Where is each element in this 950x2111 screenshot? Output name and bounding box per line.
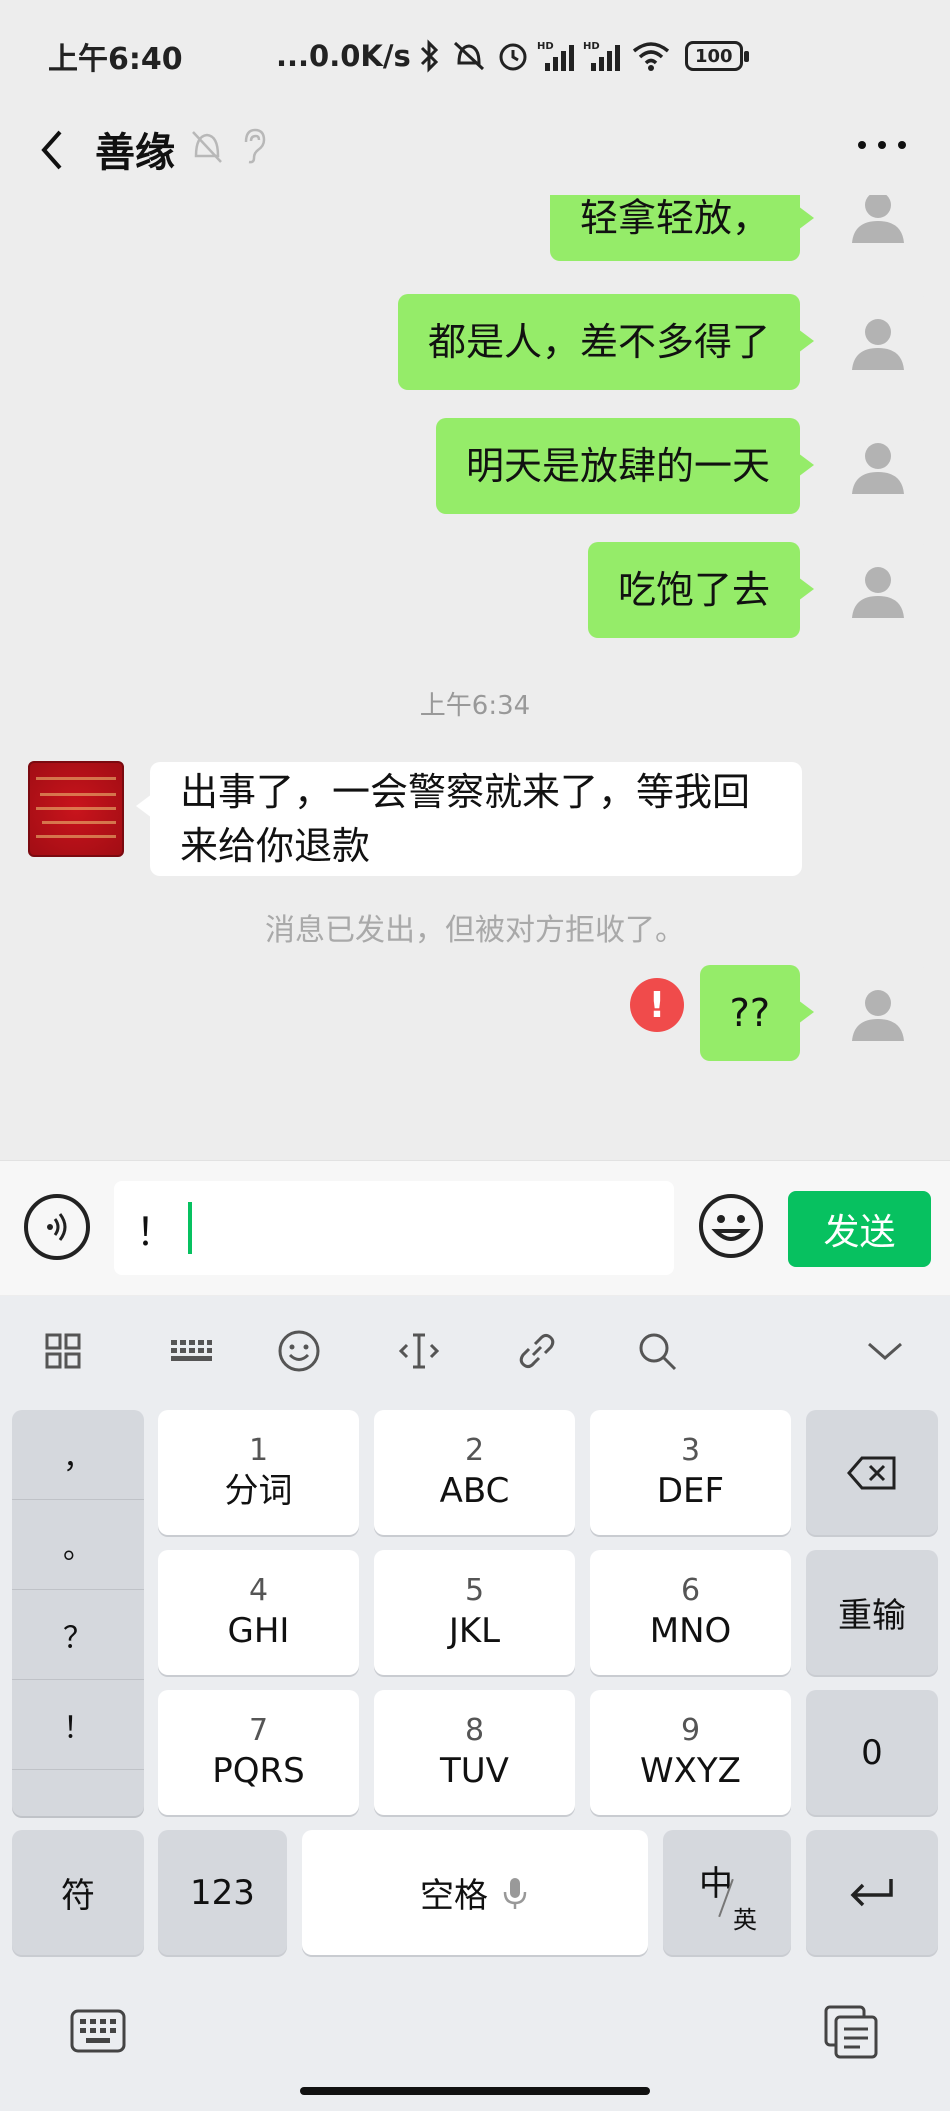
message-bubble-sent[interactable]: 吃饱了去 (587, 542, 815, 638)
send-button[interactable]: 发送 (788, 1191, 931, 1267)
message-timestamp: 上午6:34 (419, 691, 531, 721)
keyboard-icon[interactable] (156, 1326, 226, 1376)
key-3[interactable]: 3 DEF (590, 1410, 791, 1535)
key-8[interactable]: 8 TUV (374, 1690, 575, 1815)
punct-key-question[interactable]: ？ (12, 1590, 144, 1680)
key-1[interactable]: 1 分词 (158, 1410, 359, 1535)
search-icon[interactable] (632, 1326, 682, 1376)
default-avatar-icon (852, 195, 904, 243)
svg-text:HD: HD (583, 41, 600, 52)
ear-icon (238, 126, 268, 166)
input-bar: ！ 发送 (0, 1160, 950, 1295)
input-value: ！ (136, 1209, 175, 1254)
punct-key-period[interactable]: 。 (12, 1500, 144, 1590)
wifi-icon (632, 42, 669, 71)
default-avatar-icon (852, 990, 904, 1041)
home-indicator[interactable] (300, 2087, 650, 2095)
voice-button[interactable] (24, 1194, 90, 1260)
back-button[interactable] (30, 120, 80, 180)
battery-level: 100 (694, 45, 733, 67)
key-0[interactable]: 0 (806, 1690, 938, 1815)
bell-off-icon (190, 126, 224, 166)
message-text: 都是人，差不多得了 (427, 320, 770, 364)
backspace-key[interactable] (806, 1410, 938, 1535)
message-text: 轻拿轻放， (579, 196, 770, 240)
avatar[interactable] (830, 542, 926, 638)
avatar[interactable] (830, 965, 926, 1061)
hd-signal-icon: HD (537, 41, 574, 71)
punct-key-comma[interactable]: ， (12, 1410, 144, 1500)
punctuation-column[interactable]: ， 。 ？ ！ (12, 1410, 144, 1816)
text-caret (188, 1202, 193, 1254)
avatar[interactable] (830, 418, 926, 514)
chat-area[interactable]: 轻拿轻放， 都是人，差不多得了 明天是放肆的一天 吃饱了去 上午6:34 出事了… (0, 195, 950, 1160)
link-icon[interactable] (512, 1326, 562, 1376)
key-5[interactable]: 5 JKL (374, 1550, 575, 1675)
avatar[interactable] (830, 294, 926, 390)
avatar[interactable] (830, 195, 926, 263)
status-icons: ...0.0K/s HD HD 100 (276, 34, 749, 78)
mute-icon (453, 41, 484, 71)
message-bubble-sent[interactable]: 都是人，差不多得了 (397, 294, 815, 390)
enter-icon (850, 1878, 893, 1906)
chevron-left-icon (41, 130, 62, 170)
key-4[interactable]: 4 GHI (158, 1550, 359, 1675)
keyboard-toolbar (0, 1296, 950, 1406)
key-2[interactable]: 2 ABC (374, 1410, 575, 1535)
voice-icon (47, 1213, 67, 1241)
alarm-icon (499, 43, 527, 71)
microphone-icon (503, 1877, 527, 1909)
clipboard-icon (824, 2005, 878, 2059)
keyboard-switch-icon (70, 2009, 126, 2053)
clipboard-button[interactable] (822, 2003, 880, 2061)
space-key[interactable]: 空格 (302, 1830, 648, 1955)
keyboard-switch-button[interactable] (68, 2005, 128, 2059)
more-dots-icon (858, 141, 906, 149)
numeric-key[interactable]: 123 (158, 1830, 287, 1955)
message-text: 明天是放肆的一天 (465, 444, 770, 488)
message-bubble-sent[interactable]: ?? (699, 965, 815, 1061)
reinput-key[interactable]: 重输 (806, 1550, 938, 1675)
symbol-key[interactable]: 符 (12, 1830, 144, 1955)
key-7[interactable]: 7 PQRS (158, 1690, 359, 1815)
network-speed: ...0.0K/s (276, 39, 411, 73)
chat-title: 善缘 (95, 130, 175, 176)
message-text: 吃饱了去 (617, 568, 770, 612)
message-bubble-sent[interactable]: 轻拿轻放， (549, 195, 815, 261)
emoji-button[interactable] (696, 1191, 766, 1261)
battery-icon: 100 (684, 41, 749, 71)
cursor-icon[interactable] (394, 1326, 444, 1376)
status-time: 上午6:40 (48, 42, 183, 77)
key-6[interactable]: 6 MNO (590, 1550, 791, 1675)
message-bubble-received[interactable]: 出事了，一会警察就来了，等我回来给你退款 (136, 762, 802, 876)
backspace-icon (847, 1456, 896, 1489)
svg-text:HD: HD (537, 41, 554, 52)
emoji-icon[interactable] (274, 1326, 324, 1376)
grid-icon[interactable] (38, 1326, 88, 1376)
hd-signal-icon: HD (583, 41, 620, 71)
default-avatar-icon (852, 567, 904, 618)
emoji-icon (699, 1194, 763, 1258)
punct-key-exclamation[interactable]: ！ (12, 1680, 144, 1770)
enter-key[interactable] (806, 1830, 938, 1955)
bluetooth-icon (420, 39, 438, 73)
message-text: ?? (729, 991, 770, 1035)
system-notice: 消息已发出，但被对方拒收了。 (265, 913, 685, 948)
language-switch-key[interactable]: 中 英 (663, 1830, 791, 1955)
chevron-down-icon[interactable] (860, 1326, 910, 1376)
chat-header: 善缘 (0, 100, 950, 200)
default-avatar-icon (852, 443, 904, 494)
contact-avatar[interactable] (28, 761, 124, 857)
message-bubble-sent[interactable]: 明天是放肆的一天 (435, 418, 815, 514)
message-input[interactable]: ！ (114, 1181, 674, 1275)
send-failed-icon[interactable]: ! (630, 978, 684, 1032)
more-button[interactable] (854, 130, 910, 160)
default-avatar-icon (852, 319, 904, 370)
key-9[interactable]: 9 WXYZ (590, 1690, 791, 1815)
message-text: 出事了，一会警察就来了，等我回来给你退款 (180, 770, 751, 868)
